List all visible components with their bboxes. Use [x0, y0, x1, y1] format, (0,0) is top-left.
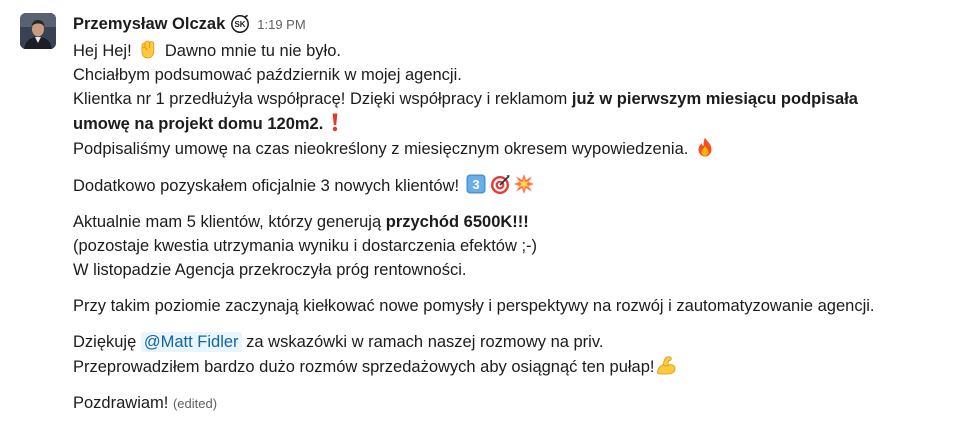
text-segment: Dawno mnie tu nie było.	[164, 42, 341, 60]
chat-message: Przemysław Olczak SK 1:19 PM Hej Hej! Da…	[0, 0, 977, 447]
flexed-biceps-icon	[655, 354, 677, 376]
red-exclamation-icon	[324, 111, 346, 133]
message-line: Dziękuję @Matt Fidler za wskazówki w ram…	[73, 330, 973, 354]
text-segment: Aktualnie mam 5 klientów, którzy generuj…	[73, 213, 386, 231]
fire-icon	[694, 136, 716, 158]
message-line: W listopadzie Agencja przekroczyła próg …	[73, 261, 467, 279]
message-line: Przeprowadziłem bardzo dużo rozmów sprze…	[73, 354, 973, 379]
message-line: Aktualnie mam 5 klientów, którzy generuj…	[73, 210, 973, 234]
text-segment: Dodatkowo pozyskałem oficjalnie 3 nowych…	[73, 177, 460, 195]
collision-icon	[513, 173, 535, 195]
status-badge-icon[interactable]: SK	[230, 14, 250, 34]
message-line: Hej Hej! Dawno mnie tu nie było.	[73, 38, 973, 63]
message-line: Podpisaliśmy umowę na czas nieokreślony …	[73, 136, 973, 161]
message-header: Przemysław Olczak SK 1:19 PM	[73, 12, 306, 36]
text-segment: za wskazówki w ramach naszej rozmowy na …	[241, 333, 604, 351]
text-segment: Podpisaliśmy umowę na czas nieokreślony …	[73, 140, 689, 158]
message-line: Pozdrawiam! (edited)	[73, 391, 973, 416]
message-body: Hej Hej! Dawno mnie tu nie było. Chciałb…	[73, 38, 973, 416]
message-line: Dodatkowo pozyskałem oficjalnie 3 nowych…	[73, 173, 973, 198]
message-line: Chciałbym podsumować październik w mojej…	[73, 66, 462, 84]
text-segment: Hej Hej!	[73, 42, 132, 60]
timestamp[interactable]: 1:19 PM	[257, 17, 305, 32]
text-segment: Przeprowadziłem bardzo dużo rozmów sprze…	[73, 358, 655, 376]
bold-text: już w pierwszym miesiącu podpisała	[571, 90, 858, 108]
direct-hit-icon	[489, 173, 511, 195]
author-name[interactable]: Przemysław Olczak	[73, 15, 225, 34]
status-badge-text: SK	[235, 20, 246, 29]
keycap-label: 3	[472, 177, 479, 192]
bold-text: umowę na projekt domu 120m2.	[73, 115, 324, 133]
user-mention-link[interactable]: @Matt Fidler	[140, 332, 242, 352]
text-segment: Klientka nr 1 przedłużyła współpracę! Dz…	[73, 90, 572, 108]
raised-fist-icon	[137, 38, 159, 60]
text-segment: Pozdrawiam!	[73, 394, 169, 412]
message-line: (pozostaje kwestia utrzymania wyniku i d…	[73, 237, 538, 255]
message-line: Klientka nr 1 przedłużyła współpracę! Dz…	[73, 87, 973, 111]
bold-text: przychód 6500K!!!	[385, 213, 529, 231]
avatar[interactable]	[20, 13, 56, 49]
text-segment: Dziękuję	[73, 333, 141, 351]
message-line: Przy takim poziomie zaczynają kiełkować …	[73, 297, 875, 315]
keycap-3-icon: 3	[465, 173, 487, 195]
edited-label: (edited)	[172, 396, 218, 411]
message-line: umowę na projekt domu 120m2.	[73, 111, 973, 136]
